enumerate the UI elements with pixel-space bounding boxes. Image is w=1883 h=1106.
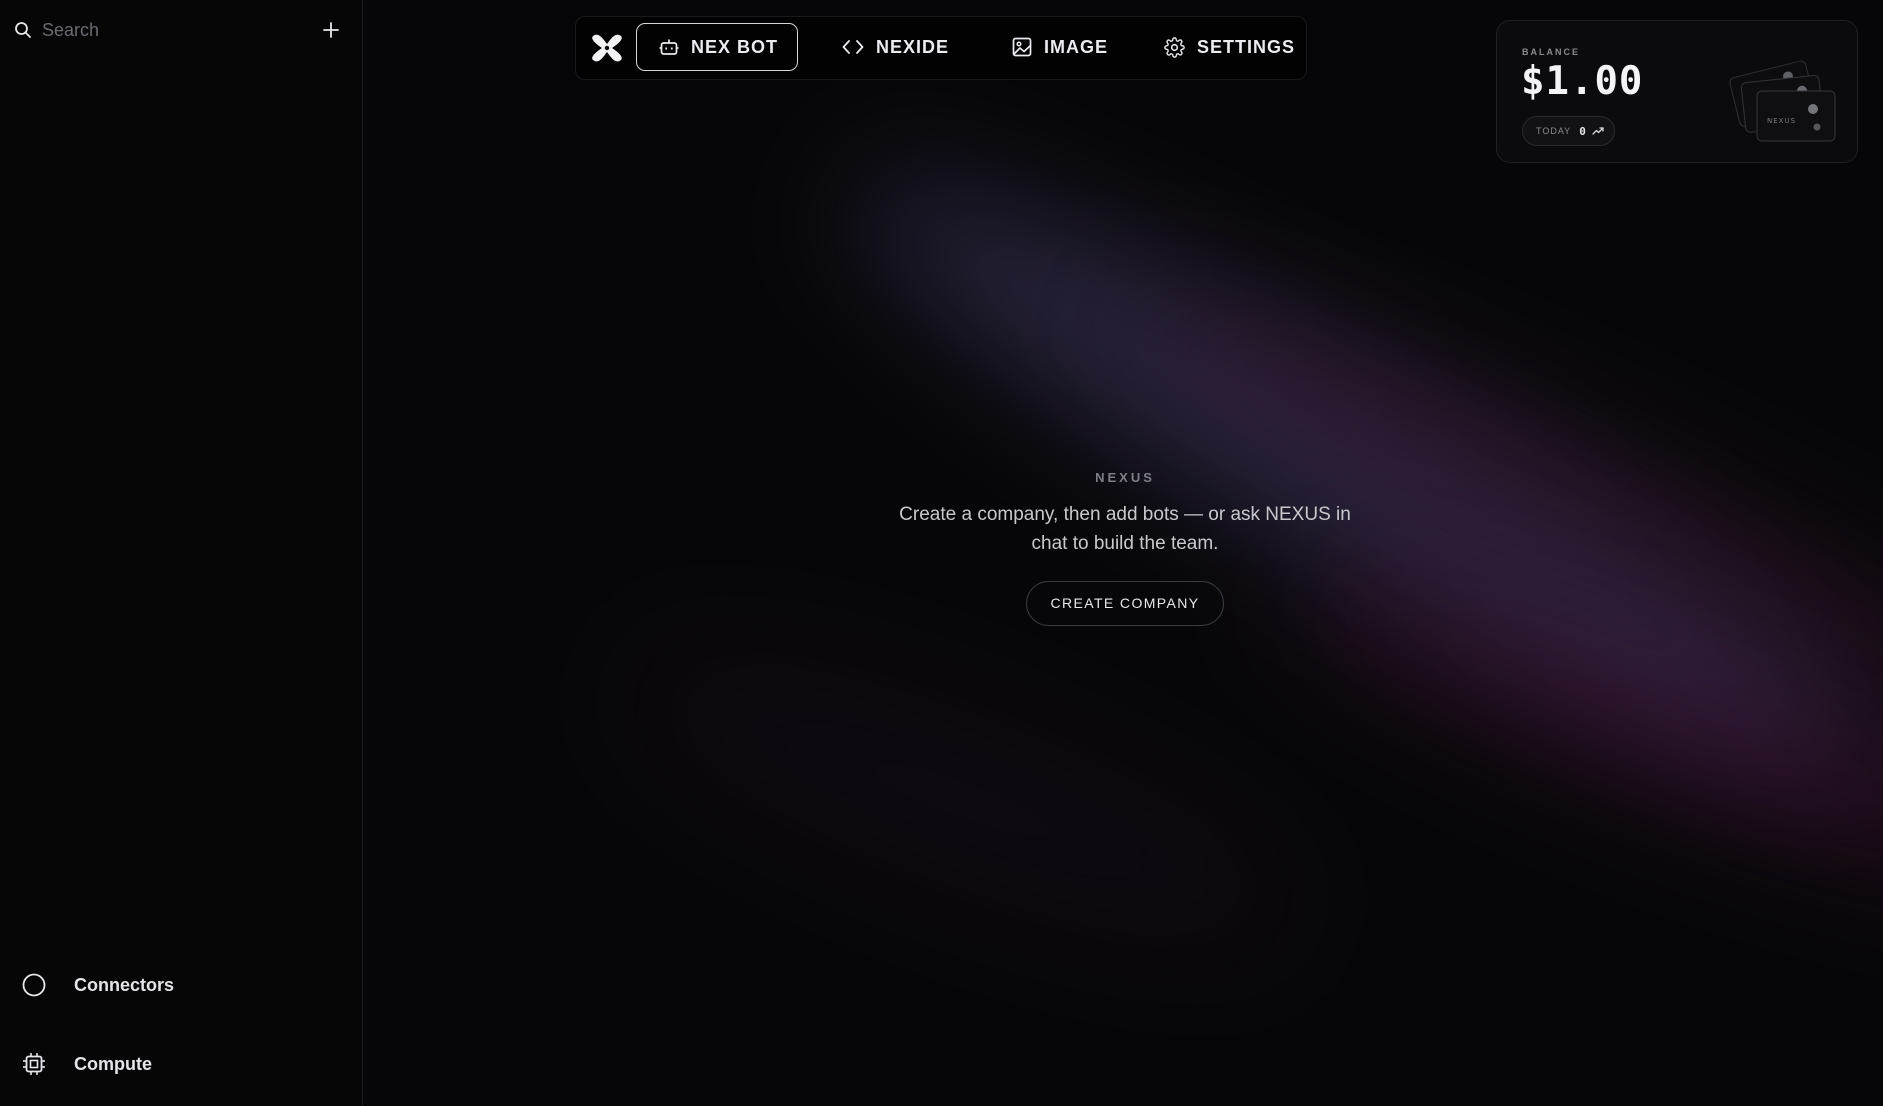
code-icon: [842, 40, 864, 54]
tab-nex-bot[interactable]: NEX BOT: [636, 23, 798, 71]
today-value: 0: [1579, 124, 1586, 138]
tab-settings[interactable]: SETTINGS: [1156, 23, 1295, 71]
sidebar-item-compute[interactable]: Compute: [22, 1048, 152, 1080]
gear-icon: [1164, 36, 1185, 58]
circle-icon: [22, 973, 46, 997]
cards-illustration: NEXUS: [1721, 41, 1841, 151]
sidebar-item-label: Compute: [74, 1053, 152, 1074]
tab-label: NEX BOT: [691, 36, 779, 57]
empty-state-eyebrow: NEXUS: [1095, 470, 1155, 485]
create-company-button[interactable]: CREATE COMPANY: [1025, 581, 1225, 626]
today-pill[interactable]: TODAY 0: [1522, 116, 1615, 146]
tab-label: NEXIDE: [876, 36, 950, 57]
balance-card[interactable]: BALANCE $1.00 TODAY 0 NEXUS: [1496, 20, 1858, 163]
search-icon: [14, 21, 32, 39]
sidebar-item-label: Connectors: [74, 974, 175, 995]
sidebar: Connectors Compute: [0, 0, 363, 1106]
search-input[interactable]: [42, 19, 302, 41]
x-logo-icon[interactable]: [588, 29, 626, 67]
empty-state: NEXUS Create a company, then add bots — …: [800, 470, 1450, 626]
chip-icon: [23, 1053, 45, 1075]
search-row: [14, 14, 344, 46]
tab-image[interactable]: IMAGE: [1004, 23, 1108, 71]
balance-label: BALANCE: [1522, 47, 1580, 57]
glow-band: [606, 605, 1320, 995]
top-navigation: NEX BOT NEXIDE IMAGE SETTINGS: [575, 16, 1307, 80]
tab-nexide[interactable]: NEXIDE: [834, 23, 949, 71]
tab-label: IMAGE: [1044, 36, 1109, 57]
plus-icon: [323, 22, 339, 38]
today-label: TODAY: [1536, 126, 1572, 136]
card-art-text: NEXUS: [1767, 117, 1796, 125]
sidebar-item-connectors[interactable]: Connectors: [22, 969, 174, 1001]
tab-label: SETTINGS: [1197, 36, 1296, 57]
balance-amount: $1.00: [1521, 59, 1644, 104]
app-window: Connectors Compute: [0, 0, 1883, 1106]
bot-icon: [659, 39, 679, 55]
image-icon: [1012, 37, 1032, 57]
empty-state-description: Create a company, then add bots — or ask…: [899, 504, 1351, 554]
add-button[interactable]: [318, 17, 344, 43]
trending-up-icon: [1592, 127, 1604, 135]
